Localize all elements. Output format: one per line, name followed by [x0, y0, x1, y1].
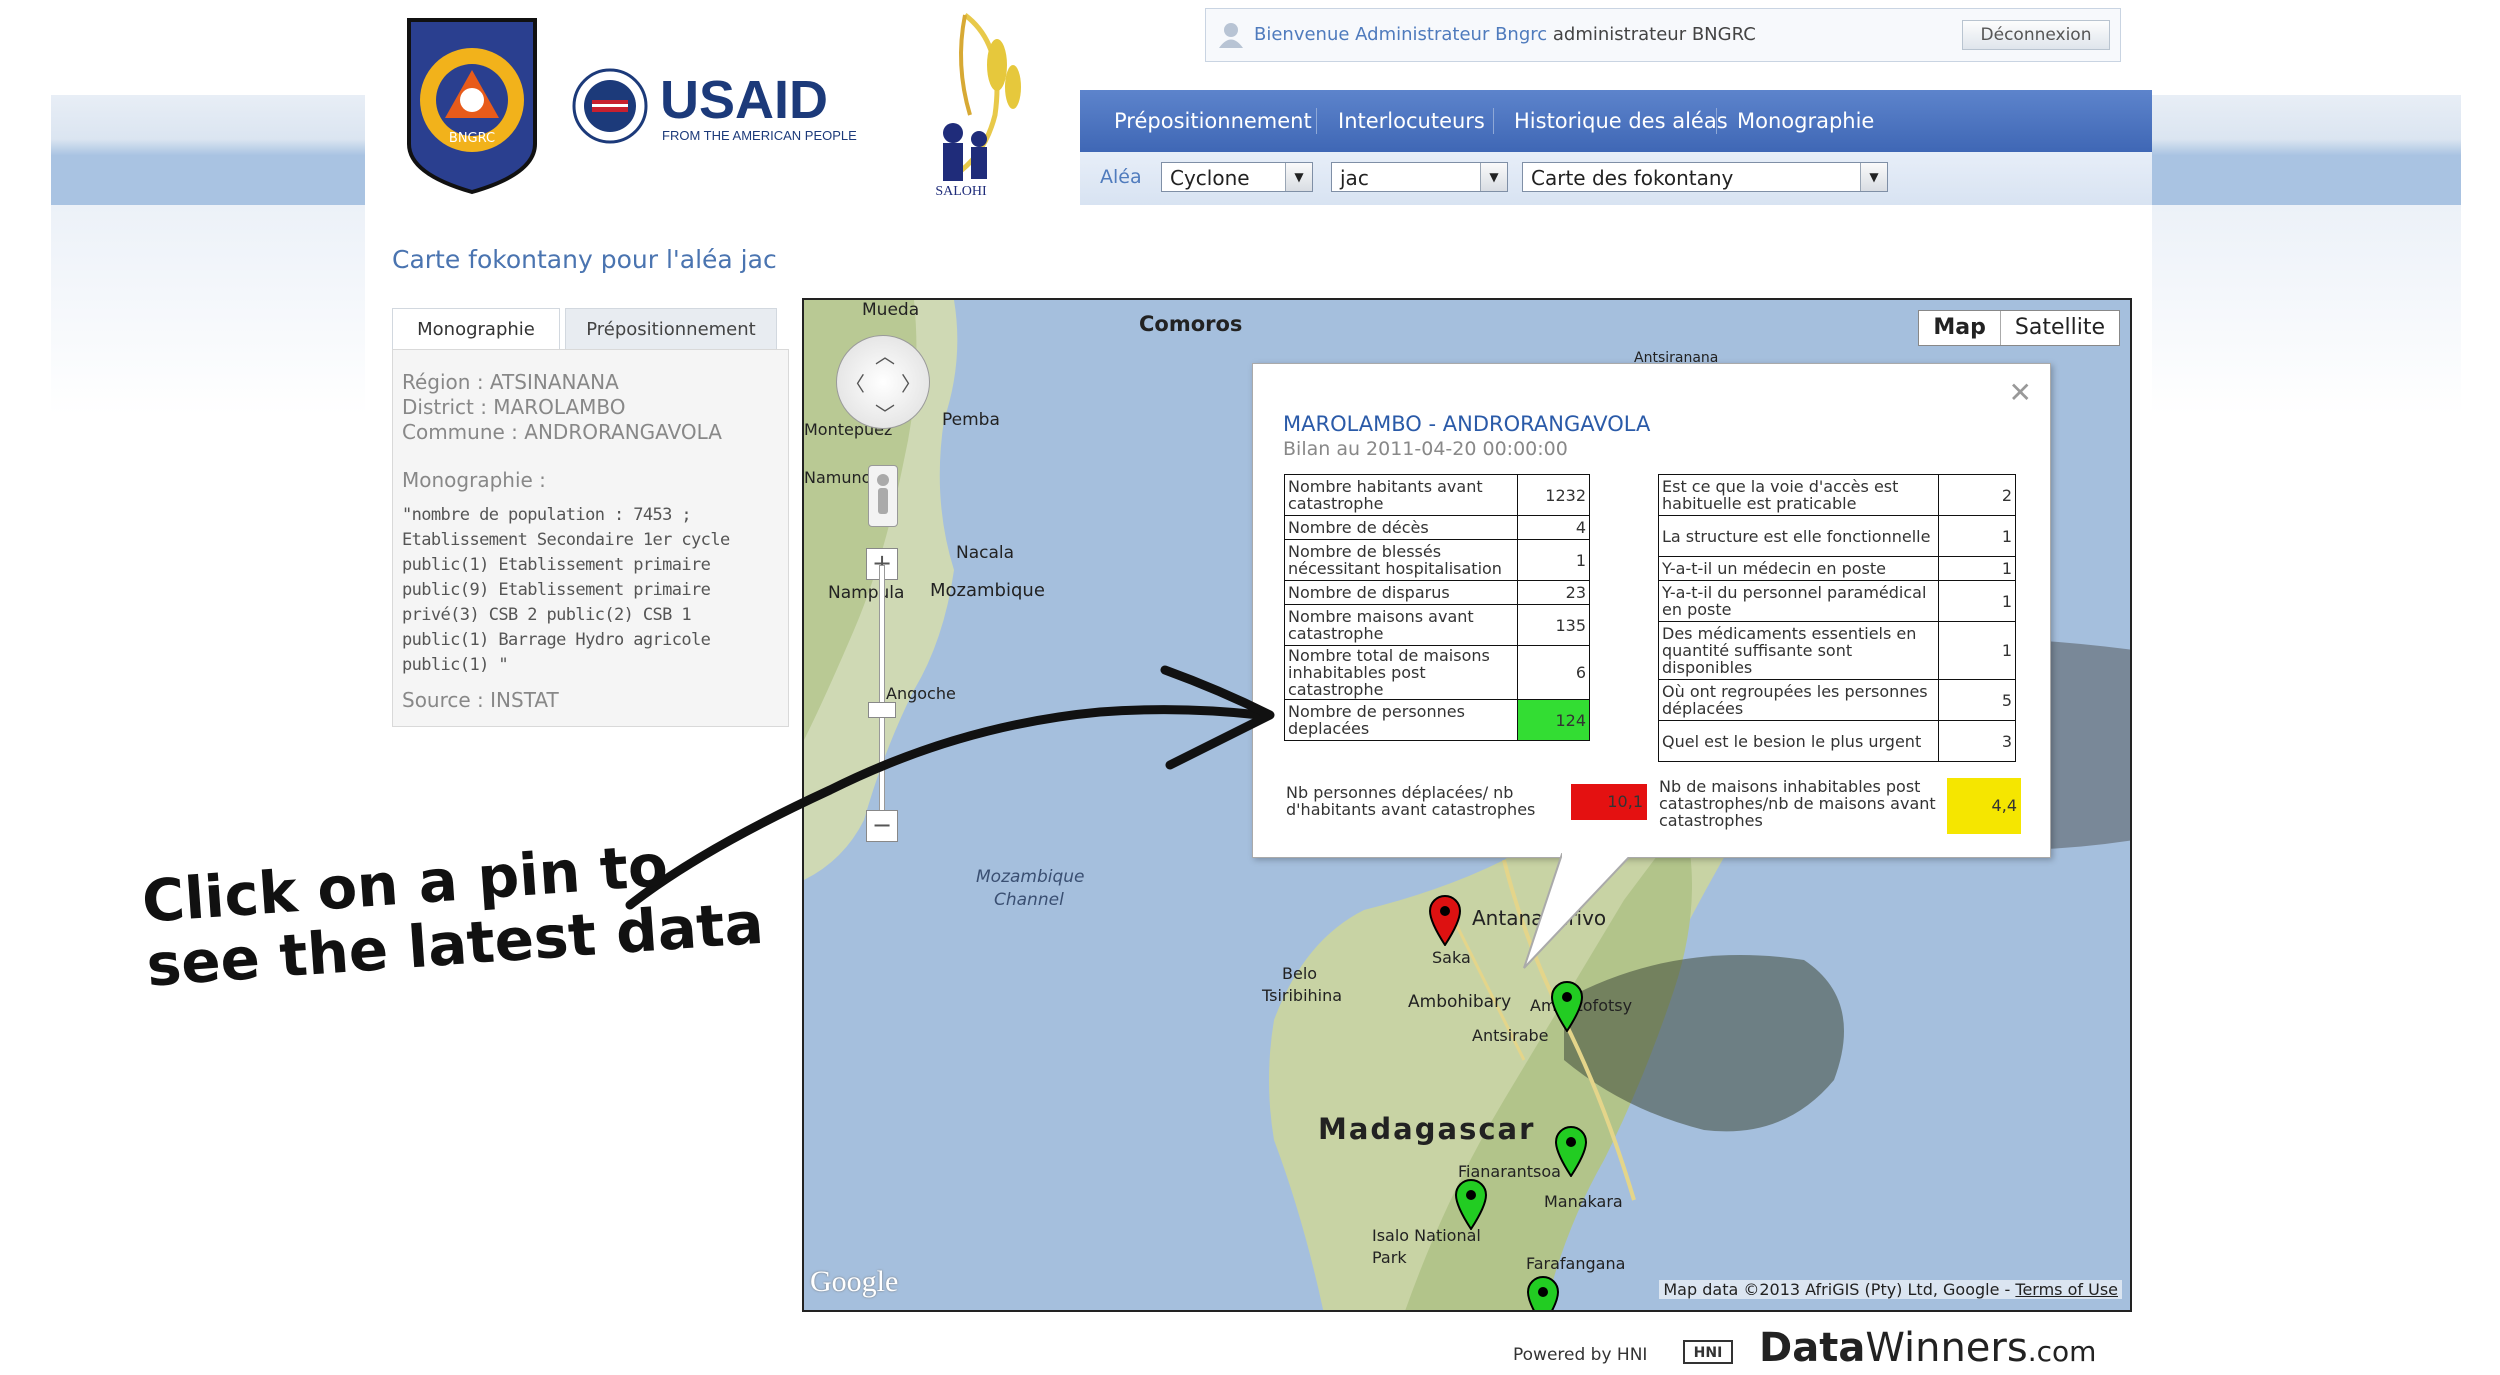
annotation-arrow: [625, 665, 1275, 910]
